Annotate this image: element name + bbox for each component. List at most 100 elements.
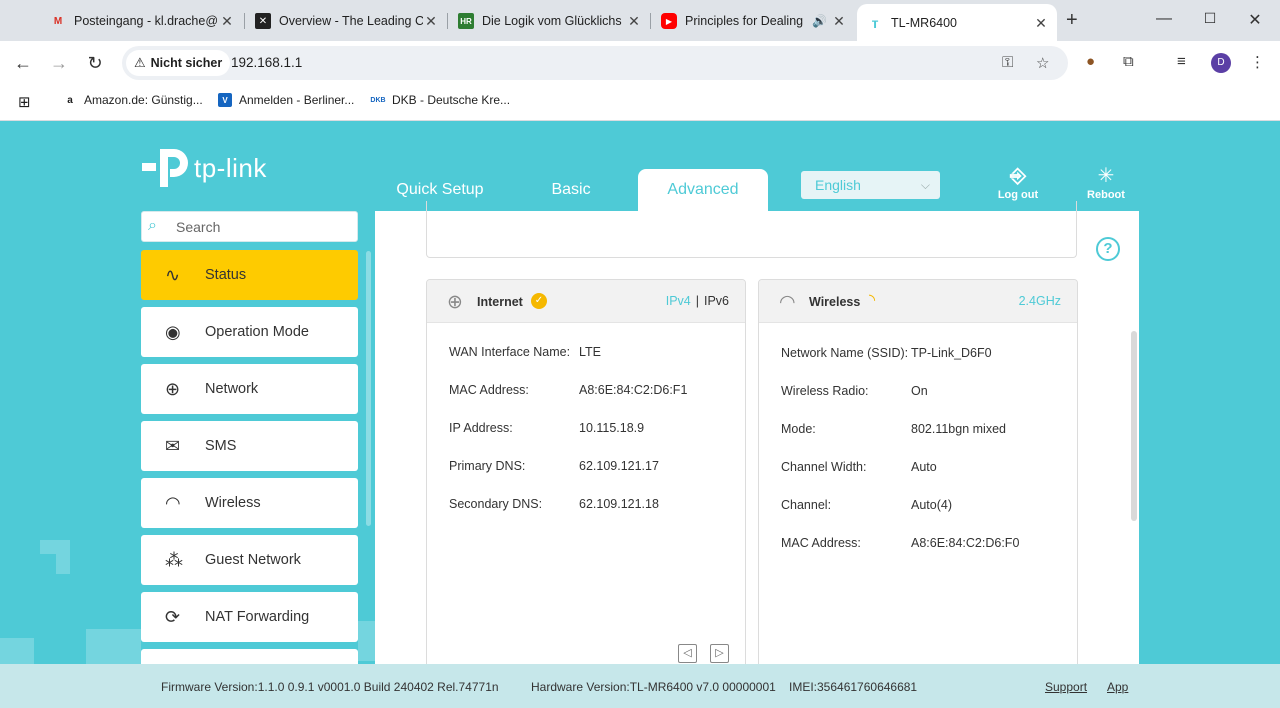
tab-gmail[interactable]: M Posteingang - kl.drache@ ✕ bbox=[40, 6, 243, 36]
wireless-card: ◠ Wireless ◝ 2.4GHz Network Name (SSID):… bbox=[758, 279, 1078, 708]
kv-value: Auto(4) bbox=[911, 498, 952, 512]
kv-value: On bbox=[911, 384, 928, 398]
ipv6-link[interactable]: IPv6 bbox=[704, 294, 729, 308]
kv-value: LTE bbox=[579, 345, 601, 359]
language-select[interactable]: English ⌵ bbox=[801, 171, 940, 199]
menu-item-nat-forwarding[interactable]: ⟳ NAT Forwarding bbox=[141, 592, 358, 642]
wireless-title: Wireless bbox=[809, 295, 861, 309]
speaker-icon[interactable]: 🔊 bbox=[812, 14, 827, 28]
chevron-down-icon: ⌵ bbox=[920, 178, 930, 192]
help-icon[interactable]: ? bbox=[1096, 237, 1120, 261]
star-icon[interactable]: ☆ bbox=[1036, 54, 1049, 72]
reload-icon[interactable]: ↻ bbox=[83, 51, 107, 75]
kv-value: 10.115.18.9 bbox=[579, 421, 645, 435]
bookmark-berliner[interactable]: V Anmelden - Berliner... bbox=[218, 93, 354, 107]
amazon-icon: a bbox=[67, 94, 73, 106]
close-icon[interactable]: ✕ bbox=[626, 13, 642, 29]
youtube-icon: ▶ bbox=[661, 13, 677, 29]
logout-icon: ⎆ bbox=[1010, 165, 1026, 187]
content-scrollbar[interactable] bbox=[1131, 331, 1137, 521]
app-link[interactable]: App bbox=[1107, 680, 1128, 694]
bookmark-amazon[interactable]: a Amazon.de: Günstig... bbox=[63, 93, 203, 107]
tab-title: TL-MR6400 bbox=[891, 15, 957, 30]
menu-item-wireless[interactable]: ◠ Wireless bbox=[141, 478, 358, 528]
apps-grid-icon[interactable]: ⊞ bbox=[18, 93, 31, 111]
tab-principles[interactable]: ▶ Principles for Dealing 🔊 ✕ bbox=[651, 6, 855, 36]
kv-row: WAN Interface Name: LTE bbox=[449, 345, 601, 359]
sidebar-scrollbar[interactable] bbox=[366, 251, 371, 526]
tplink-logo: tp-link bbox=[140, 143, 267, 193]
kv-value: 62.109.121.17 bbox=[579, 459, 659, 473]
kv-key: Channel: bbox=[781, 498, 832, 512]
kv-key: Mode: bbox=[781, 422, 816, 436]
close-icon[interactable]: ✕ bbox=[423, 13, 439, 29]
menu-dots-icon[interactable]: ⋮ bbox=[1250, 53, 1265, 71]
close-icon[interactable]: ✕ bbox=[219, 13, 235, 29]
extension-cookie-icon[interactable]: ● bbox=[1086, 53, 1095, 70]
menu-item-sms[interactable]: ✉ SMS bbox=[141, 421, 358, 471]
tab-overview[interactable]: ✕ Overview - The Leading C ✕ bbox=[245, 6, 447, 36]
address-bar[interactable]: ⚠ Nicht sicher 192.168.1.1 ⚿ ☆ bbox=[122, 46, 1068, 80]
security-chip[interactable]: ⚠ Nicht sicher bbox=[126, 50, 231, 76]
close-icon[interactable]: ✕ bbox=[1033, 15, 1049, 31]
kv-row: MAC Address: A8:6E:84:C2:D6:F0 bbox=[781, 536, 1019, 550]
menu-label: Network bbox=[205, 381, 259, 397]
forward-icon[interactable]: → bbox=[47, 51, 71, 75]
reboot-icon: ✳ bbox=[1097, 165, 1115, 187]
new-tab-button[interactable]: + bbox=[1066, 10, 1078, 30]
kv-row: Network Name (SSID): TP-Link_D6F0 bbox=[781, 346, 992, 360]
next-page-icon[interactable]: ▷ bbox=[710, 644, 729, 663]
wifi-signal-icon: ◝ bbox=[869, 292, 876, 309]
media-queue-icon[interactable]: ≡ bbox=[1177, 53, 1186, 70]
kv-value: A8:6E:84:C2:D6:F0 bbox=[911, 536, 1020, 550]
menu-label: Wireless bbox=[205, 495, 261, 511]
profile-avatar[interactable]: D bbox=[1211, 53, 1231, 73]
globe-icon: ⊕ bbox=[165, 378, 181, 399]
maximize-icon[interactable]: ☐ bbox=[1200, 10, 1220, 27]
search-input[interactable] bbox=[176, 217, 346, 237]
kv-value: A8:6E:84:C2:D6:F1 bbox=[579, 383, 688, 397]
logo-text: tp-link bbox=[194, 152, 267, 183]
band-label: 2.4GHz bbox=[1018, 294, 1061, 308]
window-close-icon[interactable]: ✕ bbox=[1245, 10, 1265, 30]
menu-item-status[interactable]: ∿ Status bbox=[141, 250, 358, 300]
language-value: English bbox=[815, 177, 861, 193]
menu-item-network[interactable]: ⊕ Network bbox=[141, 364, 358, 414]
wireless-card-header: ◠ Wireless ◝ 2.4GHz bbox=[759, 280, 1077, 323]
hr-icon: HR bbox=[458, 13, 474, 29]
minimize-icon[interactable]: — bbox=[1154, 10, 1174, 28]
hardware-version: Hardware Version:TL-MR6400 v7.0 00000001 bbox=[531, 680, 776, 694]
bookmark-dkb[interactable]: DKB DKB - Deutsche Kre... bbox=[370, 93, 510, 107]
ipv4-link[interactable]: IPv4 bbox=[666, 294, 691, 308]
kv-row: Wireless Radio: On bbox=[781, 384, 928, 398]
bank-icon: V bbox=[218, 93, 232, 107]
kv-row: Secondary DNS: 62.109.121.18 bbox=[449, 497, 659, 511]
previous-card bbox=[426, 201, 1077, 258]
ip-version-switch: IPv4 | IPv6 bbox=[665, 294, 729, 308]
kv-value: Auto bbox=[911, 460, 937, 474]
back-icon[interactable]: ← bbox=[11, 51, 35, 75]
wifi-icon: ◠ bbox=[779, 292, 796, 313]
tab-title: Die Logik vom Glücklichs bbox=[482, 14, 622, 28]
kv-row: Channel Width: Auto bbox=[781, 460, 937, 474]
prev-page-icon[interactable]: ◁ bbox=[678, 644, 697, 663]
globe-icon: ⊕ bbox=[447, 292, 463, 313]
logout-button[interactable]: ⎆ Log out bbox=[988, 163, 1048, 201]
tab-logik[interactable]: HR Die Logik vom Glücklichs ✕ bbox=[448, 6, 650, 36]
kv-row: MAC Address: A8:6E:84:C2:D6:F1 bbox=[449, 383, 687, 397]
close-icon[interactable]: ✕ bbox=[831, 13, 847, 29]
browser-tabstrip: M Posteingang - kl.drache@ ✕ ✕ Overview … bbox=[0, 0, 1280, 41]
key-icon[interactable]: ⚿ bbox=[1002, 54, 1013, 71]
url-text[interactable]: 192.168.1.1 bbox=[231, 55, 302, 70]
support-link[interactable]: Support bbox=[1045, 680, 1087, 694]
extensions-icon[interactable]: ⧉ bbox=[1123, 53, 1134, 70]
tab-tplink[interactable]: ᴛ TL-MR6400 ✕ bbox=[857, 4, 1057, 41]
bookmark-label: Anmelden - Berliner... bbox=[239, 93, 355, 107]
menu-item-operation-mode[interactable]: ◉ Operation Mode bbox=[141, 307, 358, 357]
router-footer: Firmware Version:1.1.0 0.9.1 v0001.0 Bui… bbox=[0, 664, 1280, 708]
menu-item-guest-network[interactable]: ⁂ Guest Network bbox=[141, 535, 358, 585]
kv-key: MAC Address: bbox=[449, 383, 529, 397]
nat-icon: ⟳ bbox=[165, 606, 181, 627]
reboot-button[interactable]: ✳ Reboot bbox=[1076, 163, 1136, 201]
logout-label: Log out bbox=[997, 189, 1039, 201]
